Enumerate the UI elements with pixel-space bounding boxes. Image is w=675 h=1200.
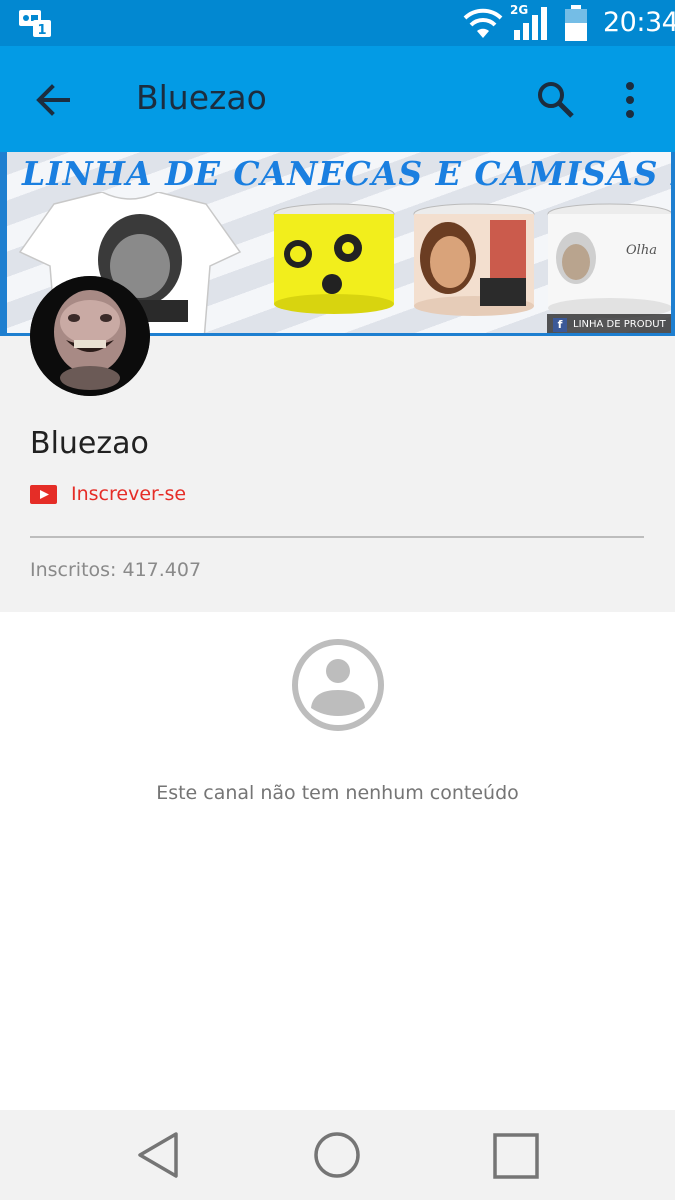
empty-state: Este canal não tem nenhum conteúdo (0, 612, 675, 1110)
channel-avatar[interactable] (30, 276, 150, 396)
mug-image (273, 203, 395, 314)
search-icon[interactable] (534, 78, 578, 122)
nav-recents-icon[interactable] (492, 1132, 540, 1180)
mug-image (413, 203, 535, 316)
signal-icon (514, 7, 547, 40)
battery-icon (565, 5, 587, 41)
subscriber-count: Inscritos: 417.407 (30, 559, 202, 581)
status-bar: 1 2G 20:34 (0, 0, 675, 46)
divider (30, 536, 644, 538)
avatar-face-icon (30, 276, 150, 396)
facebook-icon: f (553, 318, 567, 332)
svg-text:1: 1 (37, 23, 46, 38)
banner-headline: LINHA DE CANECAS E CAMISAS DO BLU (22, 154, 675, 193)
empty-state-message: Este canal não tem nenhum conteúdo (156, 782, 519, 804)
nav-home-icon[interactable] (312, 1130, 362, 1180)
wifi-icon (463, 8, 503, 38)
clock: 20:34 (603, 7, 675, 38)
youtube-play-icon (30, 484, 57, 504)
back-arrow-icon[interactable] (28, 78, 76, 122)
app-bar-title: Bluezao (136, 78, 267, 117)
more-vert-icon[interactable] (612, 78, 648, 122)
notification-icon: 1 (19, 10, 51, 38)
facebook-tag: f LINHA DE PRODUT (547, 314, 675, 336)
subscribe-button[interactable]: Inscrever-se (30, 482, 186, 506)
account-circle-icon (292, 639, 384, 731)
subscribe-label: Inscrever-se (71, 483, 187, 505)
svg-text:Olha: Olha (626, 243, 657, 258)
channel-name: Bluezao (30, 426, 149, 461)
navigation-bar (0, 1110, 675, 1200)
facebook-tag-label: LINHA DE PRODUT (573, 319, 666, 330)
app-bar: Bluezao (0, 46, 675, 152)
nav-back-icon[interactable] (134, 1130, 182, 1180)
